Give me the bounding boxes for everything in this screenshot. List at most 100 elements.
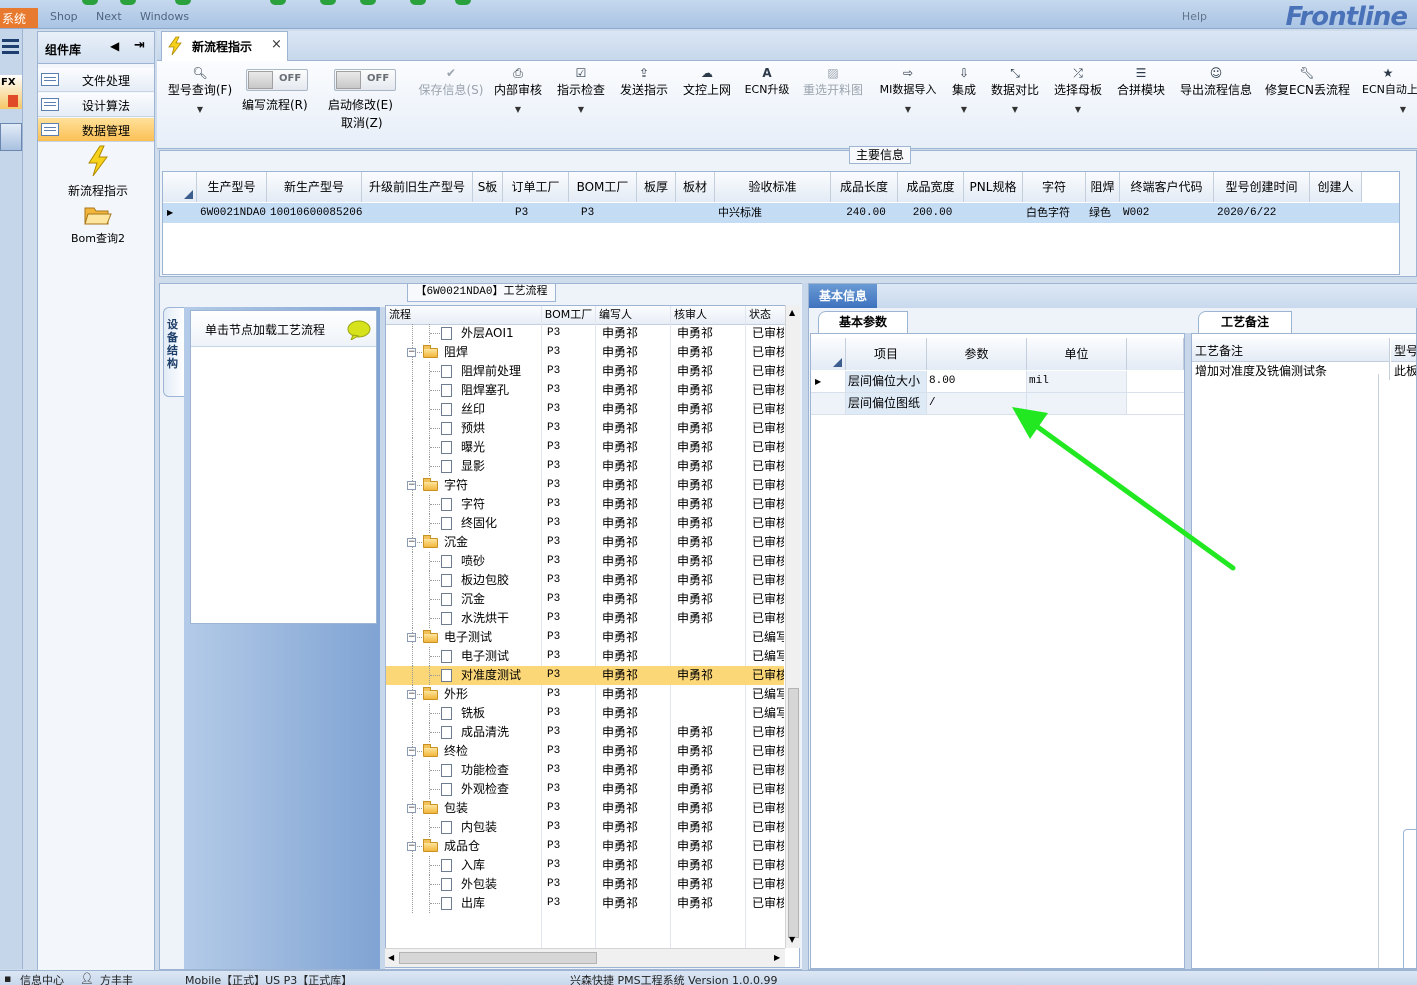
mi-data-import-button[interactable]: ⇨ MI数据导入 ▼ <box>876 61 940 149</box>
column-header[interactable]: 订单工厂 <box>503 172 569 202</box>
module-icon[interactable]: FX <box>0 75 22 109</box>
library-item-data[interactable]: 数据管理 <box>38 118 154 142</box>
tree-row[interactable]: 功能检查 P3 申勇祁 申勇祁 已审核 <box>386 761 784 780</box>
column-header-writer[interactable]: 编写人 <box>596 306 671 325</box>
menu-next[interactable]: Next <box>96 10 122 23</box>
column-header[interactable]: 验收标准 <box>715 172 831 202</box>
hint-row[interactable]: 单击节点加载工艺流程 <box>191 311 376 347</box>
tab-process-remarks[interactable]: 工艺备注 <box>1198 311 1292 333</box>
ecn-auto-upload-button[interactable]: ★ ECN自动上 ▼ <box>1359 61 1417 149</box>
column-header-remark[interactable]: 工艺备注 <box>1192 338 1390 362</box>
tree-row[interactable]: − 外形 P3 申勇祁 已编写 <box>386 685 784 704</box>
column-header[interactable]: 字符 <box>1023 172 1086 202</box>
grid-cell[interactable]: P3 <box>569 203 637 223</box>
tab-new-process[interactable]: 新流程指示 × <box>161 31 288 61</box>
tree-row[interactable]: − 终检 P3 申勇祁 申勇祁 已审核 <box>386 742 784 761</box>
collapse-icon[interactable]: − <box>407 538 416 547</box>
cell-param[interactable]: 8.00 <box>927 371 1027 392</box>
column-header[interactable]: 型号创建时间 <box>1214 172 1310 202</box>
scroll-down-icon[interactable]: ▼ <box>789 935 795 944</box>
tree-row[interactable]: 终固化 P3 申勇祁 申勇祁 已审核 <box>386 514 784 533</box>
collapse-icon[interactable]: − <box>407 348 416 357</box>
grid-cell[interactable]: 200.00 <box>898 203 964 223</box>
tree-row[interactable]: 内包装 P3 申勇祁 申勇祁 已审核 <box>386 818 784 837</box>
column-header[interactable]: 阻焊 <box>1086 172 1120 202</box>
chevron-down-icon[interactable]: ▼ <box>1359 105 1417 114</box>
reselect-cutting-map-button[interactable]: ▨ 重选开料图 <box>801 61 865 149</box>
column-header-bom[interactable]: BOM工厂 <box>542 306 596 325</box>
tool-new-process[interactable]: 新流程指示 <box>53 145 143 198</box>
tool-bom-query[interactable]: Bom查询2 <box>53 204 143 250</box>
cancel-edit-button[interactable]: 取消(Z) <box>341 114 383 131</box>
column-header[interactable]: 成品长度 <box>831 172 898 202</box>
grid-cell[interactable]: P3 <box>503 203 569 223</box>
toolbar-icon[interactable] <box>455 0 471 5</box>
calculator-icon[interactable] <box>0 123 22 151</box>
column-header-model[interactable]: 型号 <box>1391 338 1416 362</box>
grid-cell[interactable] <box>676 203 715 223</box>
write-process-toggle[interactable]: OFF <box>246 69 308 91</box>
tree-row[interactable]: 丝印 P3 申勇祁 申勇祁 已审核 <box>386 400 784 419</box>
collapse-icon[interactable]: − <box>407 804 416 813</box>
library-item-algorithm[interactable]: 设计算法 <box>38 93 154 117</box>
toolbar-icon[interactable] <box>82 0 98 5</box>
export-process-info-button[interactable]: ☺ 导出流程信息 <box>1178 61 1254 149</box>
horizontal-scrollbar[interactable]: ◀ ▶ <box>385 948 785 967</box>
chevron-down-icon[interactable]: ▼ <box>876 105 940 114</box>
grid-cell[interactable]: 绿色 <box>1086 203 1120 223</box>
table-row[interactable]: ▶ 层间偏位大小 8.00 mil <box>811 371 1184 393</box>
tree-row[interactable]: 字符 P3 申勇祁 申勇祁 已审核 <box>386 495 784 514</box>
tree-row[interactable]: 入库 P3 申勇祁 申勇祁 已审核 <box>386 856 784 875</box>
collapse-icon[interactable]: − <box>407 747 416 756</box>
tree-row[interactable]: 外包装 P3 申勇祁 申勇祁 已审核 <box>386 875 784 894</box>
tree-row[interactable]: 沉金 P3 申勇祁 申勇祁 已审核 <box>386 590 784 609</box>
tree-row[interactable]: 阻焊塞孔 P3 申勇祁 申勇祁 已审核 <box>386 381 784 400</box>
toolbar-icon[interactable] <box>175 0 191 5</box>
column-header[interactable]: S板 <box>473 172 503 202</box>
grid-cell[interactable] <box>362 203 473 223</box>
tree-row[interactable]: 板边包胶 P3 申勇祁 申勇祁 已审核 <box>386 571 784 590</box>
tree-row[interactable]: 电子测试 P3 申勇祁 已编写 <box>386 647 784 666</box>
grid-cell[interactable] <box>964 203 1023 223</box>
menu-windows[interactable]: Windows <box>140 10 189 23</box>
tree-row[interactable]: − 阻焊 P3 申勇祁 申勇祁 已审核 <box>386 343 784 362</box>
scroll-right-icon[interactable]: ▶ <box>774 953 780 962</box>
info-center-icon[interactable]: ▪ <box>4 972 11 985</box>
chevron-down-icon[interactable]: ▼ <box>555 105 607 114</box>
toolbar-icon[interactable] <box>410 0 426 5</box>
collapse-icon[interactable]: − <box>407 690 416 699</box>
column-header-unit[interactable]: 单位 <box>1027 338 1127 370</box>
tree-row[interactable]: 预烘 P3 申勇祁 申勇祁 已审核 <box>386 419 784 438</box>
help-menu[interactable]: Help <box>1182 10 1207 23</box>
column-header[interactable]: 板厚 <box>637 172 676 202</box>
doc-control-upload-button[interactable]: ☁ 文控上网 <box>681 61 733 149</box>
collapse-icon[interactable]: − <box>407 481 416 490</box>
scrollbar-thumb[interactable] <box>788 688 799 938</box>
tree-row[interactable]: 对准度测试 P3 申勇祁 申勇祁 已审核 <box>386 666 784 685</box>
scrollbar-thumb[interactable] <box>399 952 597 964</box>
column-header-reviewer[interactable]: 核审人 <box>671 306 746 325</box>
toolbar-icon[interactable] <box>320 0 336 5</box>
tree-row[interactable]: 显影 P3 申勇祁 申勇祁 已审核 <box>386 457 784 476</box>
tree-row[interactable]: 外观检查 P3 申勇祁 申勇祁 已审核 <box>386 780 784 799</box>
grid-cell[interactable]: 240.00 <box>831 203 898 223</box>
scroll-up-icon[interactable]: ▲ <box>789 308 795 317</box>
tree-row[interactable]: − 电子测试 P3 申勇祁 已编写 <box>386 628 784 647</box>
tree-row[interactable]: − 包装 P3 申勇祁 申勇祁 已审核 <box>386 799 784 818</box>
chevron-down-icon[interactable]: ▼ <box>493 105 543 114</box>
toolbar-icon[interactable] <box>120 0 136 5</box>
grid-cell[interactable] <box>637 203 676 223</box>
equipment-structure-tab[interactable]: 设备结构 <box>163 307 185 397</box>
toolbar-icon[interactable] <box>360 0 376 5</box>
tree-row[interactable]: − 成品仓 P3 申勇祁 申勇祁 已审核 <box>386 837 784 856</box>
ecn-upgrade-button[interactable]: A ECN升级 <box>743 61 791 149</box>
tree-row[interactable]: − 沉金 P3 申勇祁 申勇祁 已审核 <box>386 533 784 552</box>
tab-basic-info[interactable]: 基本信息 <box>809 284 877 308</box>
tree-row[interactable]: 铣板 P3 申勇祁 已编写 <box>386 704 784 723</box>
tab-basic-params[interactable]: 基本参数 <box>818 311 908 333</box>
merge-module-button[interactable]: ☰ 合拼模块 <box>1116 61 1166 149</box>
cell-remark[interactable]: 增加对准度及铣偏测试条 <box>1192 362 1390 380</box>
column-header[interactable]: 升级前旧生产型号 <box>362 172 473 202</box>
column-header[interactable]: 新生产型号 <box>267 172 362 202</box>
chevron-down-icon[interactable]: ▼ <box>1053 105 1103 114</box>
